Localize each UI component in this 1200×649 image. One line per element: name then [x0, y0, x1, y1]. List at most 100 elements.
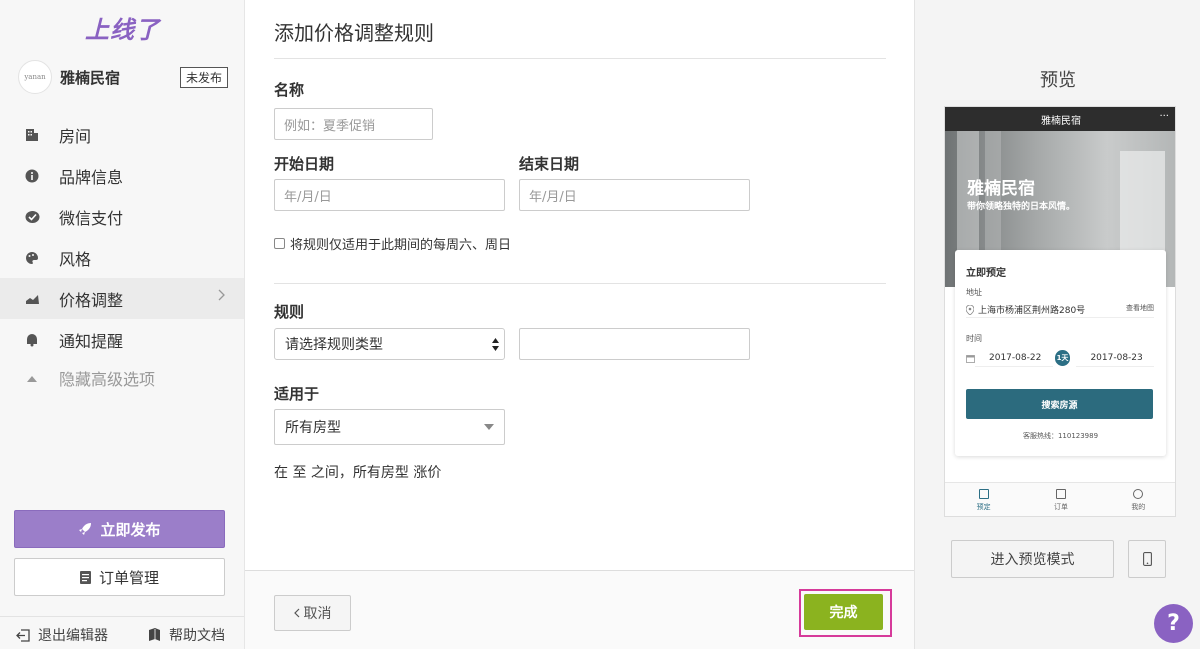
- tab-label: 预定: [976, 503, 991, 511]
- tab-label: 我的: [1131, 503, 1146, 511]
- sidebar-item-hide-advanced[interactable]: 隐藏高级选项: [0, 360, 244, 396]
- form-footer: 取消 完成: [245, 570, 914, 649]
- sidebar-item-rooms[interactable]: 房间: [0, 114, 244, 155]
- wechat-pay-icon: [24, 209, 40, 225]
- applies-to-label: 适用于: [274, 385, 320, 403]
- orders-tab-icon: [1055, 489, 1066, 499]
- sidebar-item-label: 隐藏高级选项: [59, 370, 156, 389]
- mobile-preview-button[interactable]: [1128, 540, 1166, 578]
- tab-mine[interactable]: 我的: [1100, 483, 1175, 516]
- tab-label: 订单: [1053, 503, 1068, 511]
- rocket-icon: [78, 522, 92, 536]
- tab-booking[interactable]: 预定: [945, 483, 1022, 516]
- end-date-input[interactable]: 年/月/日: [519, 179, 750, 211]
- help-docs-label: 帮助文档: [169, 628, 225, 644]
- booking-title: 立即预定: [966, 268, 1006, 279]
- exit-icon: [16, 628, 30, 642]
- preview-panel: 预览 雅楠民宿 ··· 雅楠民宿 带你领略独特的日本风情。 立即预定 地址 上海…: [914, 0, 1200, 649]
- sidebar-item-wechat-pay[interactable]: 微信支付: [0, 196, 244, 237]
- time-label: 时间: [966, 334, 982, 343]
- booking-card: 立即预定 地址 上海市杨浦区荆州路280号 查看地图 时间 2017-08-22…: [955, 250, 1166, 456]
- cancel-label: 取消: [303, 606, 332, 622]
- search-rooms-button[interactable]: 搜索房源: [966, 389, 1153, 419]
- booking-tab-icon: [978, 489, 989, 499]
- weekend-only-option: 将规则仅适用于此期间的每周六、周日: [274, 234, 511, 253]
- publish-label: 立即发布: [100, 520, 161, 539]
- start-date-label: 开始日期: [274, 155, 335, 173]
- hotel-name: 雅楠民宿: [60, 68, 121, 87]
- phone-tab-bar: 预定 订单 我的: [945, 482, 1175, 516]
- sidebar-item-style[interactable]: 风格: [0, 237, 244, 278]
- enter-preview-button[interactable]: 进入预览模式: [951, 540, 1114, 578]
- bell-icon: [24, 332, 40, 348]
- rule-type-select[interactable]: 请选择规则类型: [274, 328, 505, 360]
- view-map-link[interactable]: 查看地图: [1126, 303, 1154, 313]
- weekend-only-label: 将规则仅适用于此期间的每周六、周日: [290, 238, 512, 253]
- help-docs-link[interactable]: 帮助文档: [148, 625, 225, 645]
- palette-icon: [24, 250, 40, 266]
- chevron-down-icon: [484, 424, 494, 430]
- page-title: 添加价格调整规则: [274, 21, 434, 45]
- sidebar-nav: 房间 品牌信息 微信支付 风格 价格调整 通知提醒 隐藏高级选项: [0, 114, 244, 396]
- help-fab-button[interactable]: ?: [1154, 604, 1193, 643]
- address-label: 地址: [966, 288, 982, 297]
- section-divider: [274, 283, 886, 284]
- hotel-header: yanan 雅楠民宿 未发布: [18, 60, 228, 94]
- location-pin-icon: [966, 304, 974, 315]
- sidebar-item-label: 品牌信息: [59, 167, 124, 187]
- sidebar-item-price-adjust[interactable]: 价格调整: [0, 278, 244, 319]
- sidebar-item-label: 微信支付: [59, 208, 124, 228]
- sidebar-item-brand[interactable]: 品牌信息: [0, 155, 244, 196]
- chevron-right-icon: [218, 289, 226, 305]
- mobile-phone-icon: [1142, 552, 1152, 566]
- select-arrows-icon: [492, 338, 499, 351]
- phone-title: 雅楠民宿: [1041, 115, 1081, 127]
- rule-value-input[interactable]: [519, 328, 750, 360]
- phone-preview: 雅楠民宿 ··· 雅楠民宿 带你领略独特的日本风情。 立即预定 地址 上海市杨浦…: [944, 106, 1176, 517]
- tab-orders[interactable]: 订单: [1022, 483, 1099, 516]
- brand-logo[interactable]: 上线了: [85, 10, 160, 45]
- room-type-value: 所有房型: [285, 420, 341, 436]
- calendar-icon: [966, 354, 975, 363]
- sidebar: 上线了 yanan 雅楠民宿 未发布 房间 品牌信息 微信支付 风格 价格调整 …: [0, 0, 245, 649]
- user-tab-icon: [1133, 489, 1144, 499]
- chart-icon: [24, 291, 40, 307]
- name-input[interactable]: 例如：夏季促销: [274, 108, 433, 140]
- orders-label: 订单管理: [98, 568, 159, 587]
- sidebar-item-notifications[interactable]: 通知提醒: [0, 319, 244, 360]
- nights-badge: 1天: [1054, 350, 1071, 366]
- caret-up-icon: [24, 370, 40, 386]
- checkout-date[interactable]: 2017-08-23: [1076, 349, 1155, 367]
- hero-window: [1120, 151, 1165, 261]
- start-date-input[interactable]: 年/月/日: [274, 179, 505, 211]
- more-icon: ···: [1159, 111, 1169, 122]
- room-type-select[interactable]: 所有房型: [274, 409, 505, 445]
- avatar: yanan: [18, 60, 52, 94]
- chevron-left-icon: [293, 608, 300, 618]
- end-date-label: 结束日期: [519, 155, 580, 173]
- exit-editor-link[interactable]: 退出编辑器: [16, 625, 108, 645]
- avatar-text: yanan: [24, 73, 46, 81]
- hotline-text: 客服热线：110123989: [1022, 432, 1099, 440]
- main-panel: 添加价格调整规则 名称 例如：夏季促销 开始日期 年/月/日 结束日期 年/月/…: [245, 0, 914, 649]
- publish-button[interactable]: 立即发布: [14, 510, 225, 548]
- orders-button[interactable]: 订单管理: [14, 558, 225, 596]
- done-button[interactable]: 完成: [804, 594, 883, 630]
- cancel-button[interactable]: 取消: [274, 595, 351, 631]
- date-row: 2017-08-22 1天 2017-08-23: [966, 346, 1155, 370]
- hero-title: 雅楠民宿: [967, 179, 1035, 199]
- sidebar-item-label: 价格调整: [59, 290, 124, 310]
- name-label: 名称: [274, 81, 305, 99]
- sidebar-item-label: 房间: [59, 126, 92, 146]
- sidebar-footer-divider: [0, 616, 244, 617]
- weekend-only-checkbox[interactable]: [274, 238, 285, 249]
- building-icon: [24, 127, 40, 143]
- status-badge: 未发布: [179, 67, 228, 88]
- exit-editor-label: 退出编辑器: [38, 628, 108, 644]
- rule-summary: 在 至 之间，所有房型 涨价: [274, 465, 442, 481]
- title-divider: [274, 58, 886, 59]
- preview-title: 预览: [1040, 70, 1076, 91]
- checkin-date[interactable]: 2017-08-22: [975, 349, 1053, 367]
- book-icon: [148, 628, 161, 642]
- hero-subtitle: 带你领略独特的日本风情。: [967, 202, 1076, 212]
